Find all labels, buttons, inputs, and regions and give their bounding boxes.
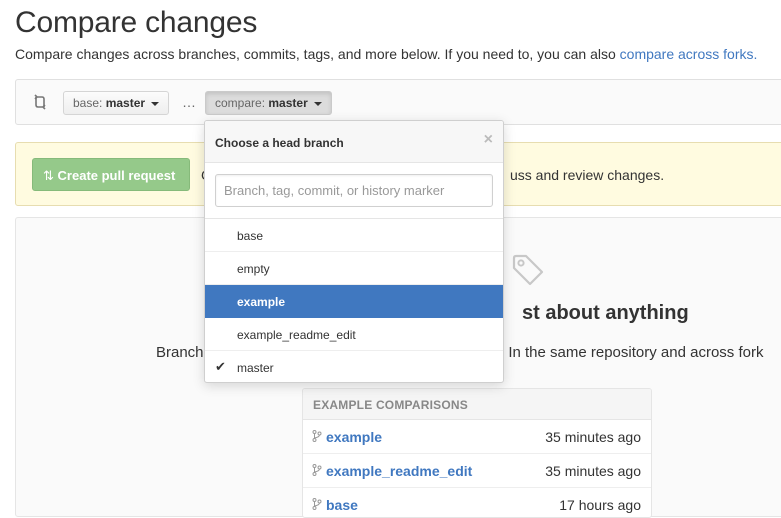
example-comparisons-box: EXAMPLE COMPARISONS example 35 minutes a…: [302, 388, 652, 518]
checkmark-icon: ✔: [215, 359, 226, 374]
branch-item-master[interactable]: ✔ master: [205, 351, 503, 382]
branch-item-label: base: [237, 229, 264, 243]
branch-item-base[interactable]: base: [205, 219, 503, 252]
create-pull-request-button[interactable]: ⇅ Create pull request: [32, 158, 190, 191]
compare-label: compare:: [215, 96, 266, 110]
example-comparison-name[interactable]: example_readme_edit: [326, 463, 472, 479]
compare-across-forks-link[interactable]: compare across forks.: [620, 46, 758, 62]
caret-down-icon: [314, 101, 323, 106]
blankslate-text-end: . In the same repository and across fork: [500, 344, 764, 361]
compare-range-bar: base: master … compare: master: [15, 79, 781, 125]
dropdown-header: Choose a head branch ×: [205, 121, 503, 163]
flash-text-end: uss and review changes.: [510, 167, 665, 183]
example-comparisons-title: EXAMPLE COMPARISONS: [303, 389, 651, 420]
branch-icon: [312, 498, 322, 510]
compare-branch-button[interactable]: compare: master: [205, 91, 333, 115]
branch-icon: [312, 430, 322, 442]
branch-item-label: example: [237, 295, 286, 309]
page-subtitle: Compare changes across branches, commits…: [15, 46, 757, 62]
tag-icon: [512, 254, 544, 286]
compare-branch-value: master: [268, 96, 308, 110]
caret-down-icon: [151, 101, 160, 106]
subtitle-text: Compare changes across branches, commits…: [15, 46, 620, 62]
branch-item-label: master: [237, 361, 274, 375]
branch-item-label: empty: [237, 262, 270, 276]
branch-item-empty[interactable]: empty: [205, 252, 503, 285]
branch-filter-input[interactable]: [215, 174, 493, 207]
branch-item-example[interactable]: example: [205, 285, 503, 318]
page-title: Compare changes: [15, 6, 258, 39]
example-comparison-row[interactable]: base 17 hours ago: [303, 488, 651, 517]
branch-item-example-readme-edit[interactable]: example_readme_edit: [205, 318, 503, 351]
blankslate-heading: st about anything: [522, 302, 689, 324]
branch-icon: [312, 464, 322, 476]
pull-request-icon: ⇅: [43, 168, 54, 183]
blankslate-text-start: Branch: [156, 344, 204, 361]
example-comparison-time: 35 minutes ago: [545, 463, 641, 479]
example-comparison-row[interactable]: example_readme_edit 35 minutes ago: [303, 454, 651, 488]
branch-item-label: example_readme_edit: [237, 328, 356, 342]
create-pull-request-label: Create pull request: [57, 168, 176, 183]
example-comparison-time: 35 minutes ago: [545, 429, 641, 445]
example-comparison-name[interactable]: base: [326, 497, 358, 513]
head-branch-dropdown: Choose a head branch × base empty exampl…: [204, 120, 504, 383]
base-branch-button[interactable]: base: master: [63, 91, 170, 115]
close-icon[interactable]: ×: [484, 131, 493, 149]
range-separator: …: [182, 94, 196, 110]
dropdown-filter: [205, 163, 503, 219]
dropdown-title: Choose a head branch: [215, 136, 344, 150]
base-label: base:: [73, 96, 103, 110]
example-comparison-name[interactable]: example: [326, 429, 382, 445]
compare-arrows-icon[interactable]: [32, 94, 48, 110]
example-comparison-time: 17 hours ago: [559, 497, 641, 513]
example-comparison-row[interactable]: example 35 minutes ago: [303, 420, 651, 454]
base-branch-value: master: [105, 96, 146, 110]
